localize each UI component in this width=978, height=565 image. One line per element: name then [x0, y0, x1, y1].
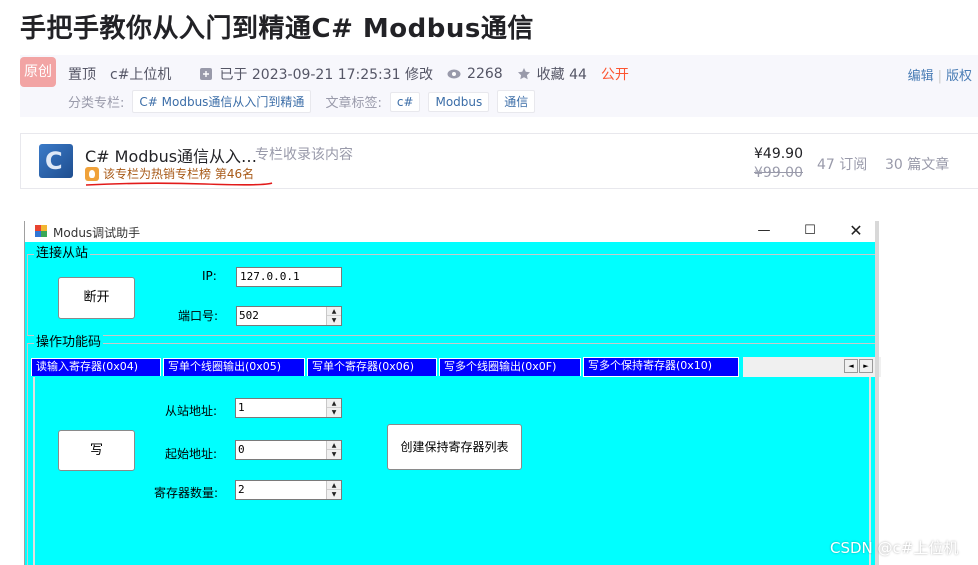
start-down-arrow-icon[interactable]: ▼ [327, 450, 341, 459]
window-titlebar[interactable]: Modus调试助手 — ☐ ✕ [25, 221, 879, 242]
port-value: 502 [239, 309, 259, 322]
register-count-stepper[interactable]: 2 ▲ ▼ [235, 480, 342, 500]
tab-scroll-left-icon[interactable]: ◄ [844, 359, 858, 373]
port-label: 端口号: [178, 309, 219, 323]
close-button[interactable]: ✕ [833, 221, 879, 242]
tab-read-input-registers[interactable]: 读输入寄存器(0x04) [31, 358, 161, 376]
article-title: 手把手教你从入门到精通C# Modbus通信 [20, 14, 534, 44]
tab-write-multiple-coils[interactable]: 写多个线圈输出(0x0F) [439, 358, 581, 376]
register-count-value: 2 [238, 483, 245, 496]
tab-write-multiple-holding-registers[interactable]: 写多个保持寄存器(0x10) [583, 357, 739, 377]
star-icon[interactable] [517, 67, 531, 81]
modbus-app-window: Modus调试助手 — ☐ ✕ 连接从站 断开 IP: 127.0.0.1 端口… [24, 221, 881, 565]
view-count: 2268 [467, 66, 503, 82]
csdn-watermark: CSDN @c#上位机 [830, 539, 959, 557]
copyright-link[interactable]: 版权 [946, 69, 972, 84]
function-tabstrip: 读输入寄存器(0x04) 写单个线圈输出(0x05) 写单个寄存器(0x06) … [31, 357, 881, 377]
slave-down-arrow-icon[interactable]: ▼ [327, 408, 341, 417]
red-underline-annotation [85, 182, 273, 186]
slave-address-label: 从站地址: [165, 404, 218, 418]
slave-up-arrow-icon[interactable]: ▲ [327, 399, 341, 408]
slave-address-value: 1 [238, 401, 245, 414]
article-meta-row: 置顶 c#上位机 已于 2023-09-21 17:25:31 修改 2268 … [68, 64, 629, 84]
column-article-count: 30 篇文章 [885, 157, 950, 173]
connect-group-title: 连接从站 [34, 246, 91, 262]
window-title: Modus调试助手 [53, 226, 141, 240]
hot-rank-row: 该专栏为热销专栏榜 第46名 [85, 165, 254, 182]
fire-icon [85, 166, 99, 181]
port-stepper[interactable]: 502 ▲ ▼ [236, 306, 342, 326]
category-label: 分类专栏: [68, 96, 125, 111]
column-subscribers: 47 订阅 [817, 157, 868, 173]
maximize-button[interactable]: ☐ [787, 221, 833, 242]
disconnect-button[interactable]: 断开 [58, 277, 135, 319]
meta-actions: 编辑 | 版权 [907, 69, 972, 84]
visibility-label: 公开 [600, 67, 629, 83]
count-up-arrow-icon[interactable]: ▲ [327, 481, 341, 490]
pinned-label: 置顶 [68, 67, 96, 83]
column-old-price: ¥99.00 [754, 165, 803, 181]
tag-communication[interactable]: 通信 [497, 90, 536, 113]
tag-modbus[interactable]: Modbus [428, 91, 490, 112]
author-link[interactable]: c#上位机 [110, 64, 171, 84]
ip-input[interactable]: 127.0.0.1 [236, 267, 342, 287]
connect-groupbox: 连接从站 [27, 246, 877, 336]
column-price: ¥49.90 [754, 146, 803, 162]
column-include-text: 专栏收录该内容 [255, 147, 353, 163]
tab-write-single-register[interactable]: 写单个寄存器(0x06) [307, 358, 437, 376]
start-up-arrow-icon[interactable]: ▲ [327, 441, 341, 450]
eye-icon [447, 69, 461, 79]
category-tag[interactable]: C# Modbus通信从入门到精通 [132, 90, 312, 113]
port-up-arrow-icon[interactable]: ▲ [327, 307, 341, 316]
column-card[interactable]: C C# Modbus通信从入… 专栏收录该内容 该专栏为热销专栏榜 第46名 … [20, 133, 978, 189]
create-register-list-button[interactable]: 创建保持寄存器列表 [387, 424, 522, 470]
tab-scroll-right-icon[interactable]: ► [859, 359, 873, 373]
edit-link[interactable]: 编辑 [908, 69, 934, 84]
article-meta-bar: 原创 置顶 c#上位机 已于 2023-09-21 17:25:31 修改 22… [20, 55, 978, 117]
original-badge: 原创 [20, 57, 56, 87]
tags-row: 分类专栏: C# Modbus通信从入门到精通 文章标签: c# Modbus … [68, 90, 536, 113]
column-cover-image[interactable]: C [39, 144, 73, 178]
app-icon [35, 225, 47, 237]
favorite-count[interactable]: 收藏 44 [537, 64, 587, 84]
tab-page-write-multiple-holding-registers [33, 377, 871, 565]
count-down-arrow-icon[interactable]: ▼ [327, 490, 341, 499]
clock-icon [200, 68, 213, 80]
hot-rank-text: 该专栏为热销专栏榜 第46名 [103, 167, 255, 181]
register-count-label: 寄存器数量: [154, 486, 219, 500]
write-button[interactable]: 写 [58, 430, 135, 471]
tags-label: 文章标签: [325, 96, 382, 111]
ip-label: IP: [202, 269, 217, 283]
ops-group-title: 操作功能码 [34, 335, 104, 351]
window-right-edge [875, 221, 879, 565]
column-name[interactable]: C# Modbus通信从入… [85, 143, 257, 167]
start-address-value: 0 [238, 443, 245, 456]
start-address-label: 起始地址: [165, 447, 218, 461]
slave-address-stepper[interactable]: 1 ▲ ▼ [235, 398, 342, 418]
modified-time: 已于 2023-09-21 17:25:31 修改 [219, 67, 434, 83]
port-down-arrow-icon[interactable]: ▼ [327, 316, 341, 325]
tag-csharp[interactable]: c# [389, 91, 421, 112]
tab-write-single-coil[interactable]: 写单个线圈输出(0x05) [163, 358, 305, 376]
minimize-button[interactable]: — [741, 221, 787, 242]
start-address-stepper[interactable]: 0 ▲ ▼ [235, 440, 342, 460]
